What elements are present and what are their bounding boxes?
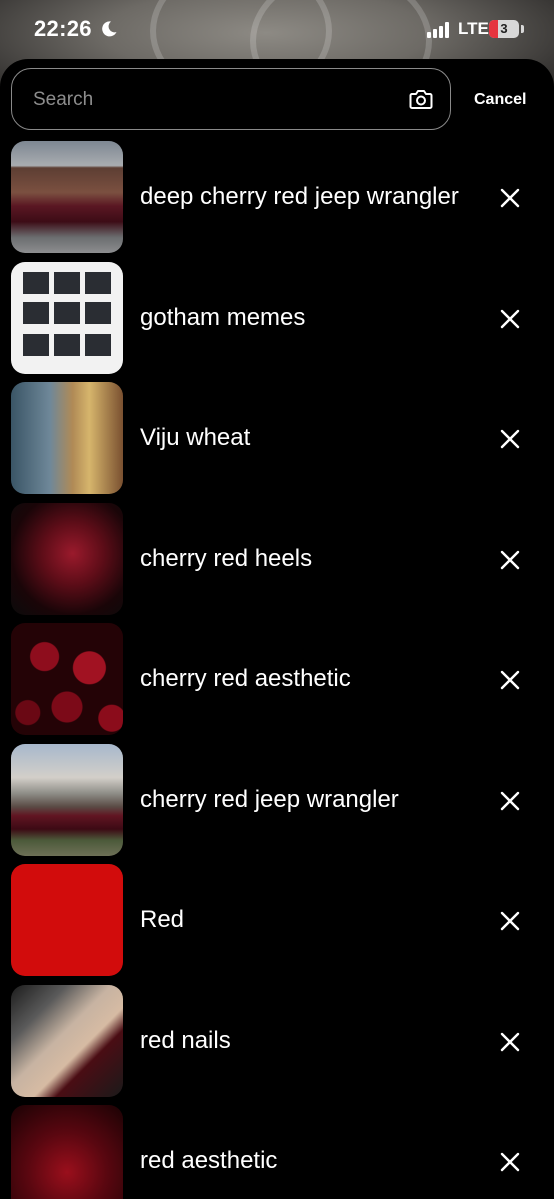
search-thumbnail <box>11 744 123 856</box>
recent-search-label: cherry red jeep wrangler <box>140 786 399 813</box>
search-thumbnail <box>11 623 123 735</box>
signal-icon <box>427 22 449 38</box>
search-thumbnail <box>11 382 123 494</box>
battery-level: 3 <box>500 21 508 36</box>
search-thumbnail <box>11 1105 123 1199</box>
recent-search-label: cherry red heels <box>140 545 313 572</box>
recent-search-item[interactable]: red aesthetic <box>0 1105 554 1199</box>
recent-search-item[interactable]: cherry red heels <box>0 503 554 615</box>
close-icon[interactable] <box>497 908 523 934</box>
close-icon[interactable] <box>497 667 523 693</box>
recent-search-item[interactable]: Viju wheat <box>0 382 554 494</box>
close-icon[interactable] <box>497 306 523 332</box>
recent-search-item[interactable]: Red <box>0 864 554 976</box>
network-type: LTE <box>458 19 489 38</box>
cancel-button[interactable]: Cancel <box>474 91 526 109</box>
search-thumbnail <box>11 141 123 253</box>
recent-search-label: red aesthetic <box>140 1147 278 1174</box>
search-thumbnail <box>11 985 123 1097</box>
search-input[interactable]: Search <box>11 68 451 130</box>
recent-search-label: Viju wheat <box>140 424 251 451</box>
close-icon[interactable] <box>497 547 523 573</box>
close-icon[interactable] <box>497 1029 523 1055</box>
camera-icon[interactable] <box>409 88 433 110</box>
search-sheet: Search Cancel deep cherry red jeep wrang… <box>0 59 554 1199</box>
recent-search-label: gotham memes <box>140 304 306 331</box>
recent-search-item[interactable]: cherry red jeep wrangler <box>0 744 554 856</box>
moon-icon <box>102 21 117 37</box>
battery-cap <box>521 25 524 33</box>
battery-icon: 3 <box>489 20 519 38</box>
search-thumbnail <box>11 503 123 615</box>
search-thumbnail <box>11 262 123 374</box>
recent-search-label: red nails <box>140 1027 231 1054</box>
recent-search-item[interactable]: gotham memes <box>0 262 554 374</box>
close-icon[interactable] <box>497 426 523 452</box>
close-icon[interactable] <box>497 788 523 814</box>
screen: 22:26 LTE 3 Search Cancel deep cherry re… <box>0 0 554 1199</box>
close-icon[interactable] <box>497 1149 523 1175</box>
close-icon[interactable] <box>497 185 523 211</box>
recent-search-item[interactable]: red nails <box>0 985 554 1097</box>
recent-search-item[interactable]: cherry red aesthetic <box>0 623 554 735</box>
search-thumbnail <box>11 864 123 976</box>
recent-search-label: deep cherry red jeep wrangler <box>140 183 459 210</box>
status-time: 22:26 <box>34 16 92 41</box>
recent-search-item[interactable]: deep cherry red jeep wrangler <box>0 141 554 253</box>
recent-search-label: cherry red aesthetic <box>140 665 351 692</box>
recent-search-label: Red <box>140 906 185 933</box>
status-bar: 22:26 LTE 3 <box>0 0 554 62</box>
search-placeholder: Search <box>33 89 94 110</box>
